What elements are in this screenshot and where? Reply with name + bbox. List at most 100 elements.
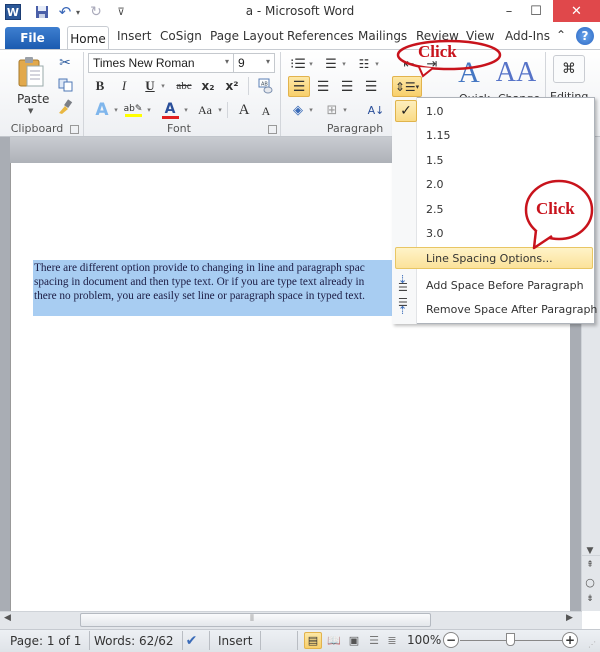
paste-dropdown-icon[interactable]: ▼ — [28, 107, 33, 115]
menu-item-remove-space-after[interactable]: Remove Space After Paragraph — [426, 303, 597, 316]
maximize-button[interactable]: ☐ — [524, 0, 548, 22]
change-case-dropdown-icon[interactable]: ▾ — [216, 100, 224, 120]
cut-icon[interactable]: ✂ — [56, 54, 74, 72]
tab-file[interactable]: File — [5, 27, 60, 49]
align-left-button[interactable]: ☰ — [288, 76, 310, 97]
web-layout-icon[interactable]: ▣ — [346, 632, 362, 649]
underline-dropdown-icon[interactable]: ▾ — [159, 77, 167, 95]
strikethrough-button[interactable]: abc — [173, 77, 195, 95]
document-line: there no problem, you are easily set lin… — [34, 290, 365, 303]
font-color-icon: A — [164, 100, 176, 117]
tab-references[interactable]: References — [287, 29, 354, 43]
justify-button[interactable]: ☰ — [361, 76, 381, 97]
borders-dropdown-icon[interactable]: ▾ — [341, 100, 349, 120]
font-color-dropdown-icon[interactable]: ▾ — [182, 100, 190, 120]
paste-icon — [17, 56, 45, 88]
next-page-icon[interactable]: ⇟ — [583, 594, 597, 604]
numbering-dropdown-icon[interactable]: ▾ — [340, 55, 348, 73]
draft-view-icon[interactable]: ≣ — [384, 632, 400, 649]
underline-button[interactable]: U — [142, 77, 158, 95]
zoom-in-button[interactable]: + — [562, 632, 578, 648]
text-effects-icon[interactable]: A — [92, 100, 112, 120]
close-button[interactable]: ✕ — [553, 0, 600, 22]
help-icon[interactable]: ? — [576, 27, 594, 45]
paste-button[interactable]: Paste — [17, 92, 49, 106]
find-binoculars-icon[interactable]: ⌘ — [553, 55, 585, 83]
copy-icon[interactable] — [56, 76, 74, 94]
insert-mode-status[interactable]: Insert — [210, 631, 262, 650]
highlighter-icon: ab✎ — [123, 103, 143, 114]
multilevel-dropdown-icon[interactable]: ▾ — [373, 55, 381, 73]
grow-font-button[interactable]: A — [235, 100, 253, 120]
scroll-grip-icon: ⦀ — [250, 614, 254, 624]
menu-item-spacing-1-0[interactable]: 1.0 — [426, 105, 444, 118]
page-count-status[interactable]: Page: 1 of 1 — [2, 631, 91, 650]
menu-item-spacing-2-0[interactable]: 2.0 — [426, 178, 444, 191]
menu-item-line-spacing-options[interactable]: Line Spacing Options... — [426, 252, 553, 265]
subscript-button[interactable]: x₂ — [199, 77, 217, 95]
tab-cosign[interactable]: CoSign — [160, 29, 202, 43]
font-name-field[interactable]: Times New Roman ▾ — [88, 53, 234, 73]
font-color-button[interactable]: A — [160, 100, 180, 120]
horizontal-scroll-thumb[interactable] — [80, 613, 431, 627]
zoom-level[interactable]: 100% — [407, 633, 441, 647]
format-painter-icon[interactable] — [56, 98, 74, 116]
tab-insert[interactable]: Insert — [117, 29, 151, 43]
zoom-slider-thumb[interactable] — [506, 633, 515, 646]
sort-icon[interactable]: A↓ — [366, 100, 386, 120]
bullets-dropdown-icon[interactable]: ▾ — [307, 55, 315, 73]
bullets-icon[interactable]: ⁝☰ — [289, 55, 307, 73]
align-right-button[interactable]: ☰ — [337, 76, 357, 97]
clipboard-group-label: Clipboard — [10, 122, 64, 135]
minimize-ribbon-icon[interactable]: ⌃ — [556, 28, 566, 42]
change-styles-icon[interactable]: AA — [496, 56, 536, 90]
shading-icon[interactable]: ◈ — [289, 100, 307, 120]
font-launcher-icon[interactable] — [268, 125, 277, 134]
clear-formatting-icon[interactable]: AB — [255, 76, 275, 96]
menu-item-spacing-3-0[interactable]: 3.0 — [426, 227, 444, 240]
borders-icon[interactable]: ⊞ — [323, 100, 341, 120]
multilevel-list-icon[interactable]: ☷ — [355, 55, 373, 73]
text-effects-dropdown-icon[interactable]: ▾ — [112, 100, 120, 120]
scroll-right-arrow-icon[interactable]: ▶ — [566, 613, 573, 623]
tab-home[interactable]: Home — [67, 26, 109, 50]
previous-page-icon[interactable]: ⇞ — [583, 560, 597, 570]
menu-item-spacing-2-5[interactable]: 2.5 — [426, 203, 444, 216]
document-text[interactable]: There are different option provide to ch… — [34, 261, 394, 304]
numbering-icon[interactable]: ☰ — [322, 55, 340, 73]
word-count-status[interactable]: Words: 62/62 — [86, 631, 183, 650]
clipboard-launcher-icon[interactable] — [70, 125, 79, 134]
scroll-left-arrow-icon[interactable]: ◀ — [4, 613, 11, 623]
highlight-color-swatch — [124, 113, 142, 117]
italic-button[interactable]: I — [116, 77, 132, 95]
minimize-button[interactable]: – — [497, 0, 521, 22]
shrink-font-button[interactable]: A — [258, 102, 274, 120]
tab-add-ins[interactable]: Add-Ins — [505, 29, 550, 43]
shading-dropdown-icon[interactable]: ▾ — [307, 100, 315, 120]
print-layout-view-icon[interactable]: ▤ — [304, 632, 322, 649]
menu-item-spacing-1-5[interactable]: 1.5 — [426, 154, 444, 167]
highlight-color-button[interactable]: ab✎ — [123, 100, 143, 120]
menu-item-add-space-before[interactable]: Add Space Before Paragraph — [426, 279, 584, 292]
line-spacing-button[interactable]: ⇕☰ ▾ — [392, 76, 422, 97]
select-browse-object-icon[interactable]: ○ — [583, 576, 597, 589]
chevron-down-icon[interactable]: ▾ — [266, 57, 270, 66]
change-case-button[interactable]: Aa — [194, 100, 216, 120]
full-screen-reading-icon[interactable]: 📖 — [326, 632, 342, 649]
outline-view-icon[interactable]: ☰ — [366, 632, 382, 649]
proofing-icon[interactable]: ✔ — [174, 631, 210, 650]
font-size-field[interactable]: 9 ▾ — [233, 53, 275, 73]
zoom-out-button[interactable]: − — [443, 632, 459, 648]
document-line: There are different option provide to ch… — [34, 262, 365, 274]
highlight-dropdown-icon[interactable]: ▾ — [145, 100, 153, 120]
separator — [227, 102, 228, 118]
callout-text-menu: Click — [536, 199, 575, 218]
menu-item-spacing-1-15[interactable]: 1.15 — [426, 129, 451, 142]
resize-grip-icon[interactable]: ⋰ — [588, 640, 596, 649]
chevron-down-icon[interactable]: ▾ — [225, 57, 229, 66]
tab-page-layout[interactable]: Page Layout — [210, 29, 284, 43]
superscript-button[interactable]: x² — [223, 77, 241, 95]
bold-button[interactable]: B — [92, 77, 108, 95]
align-center-button[interactable]: ☰ — [313, 76, 333, 97]
font-color-swatch — [161, 115, 179, 119]
